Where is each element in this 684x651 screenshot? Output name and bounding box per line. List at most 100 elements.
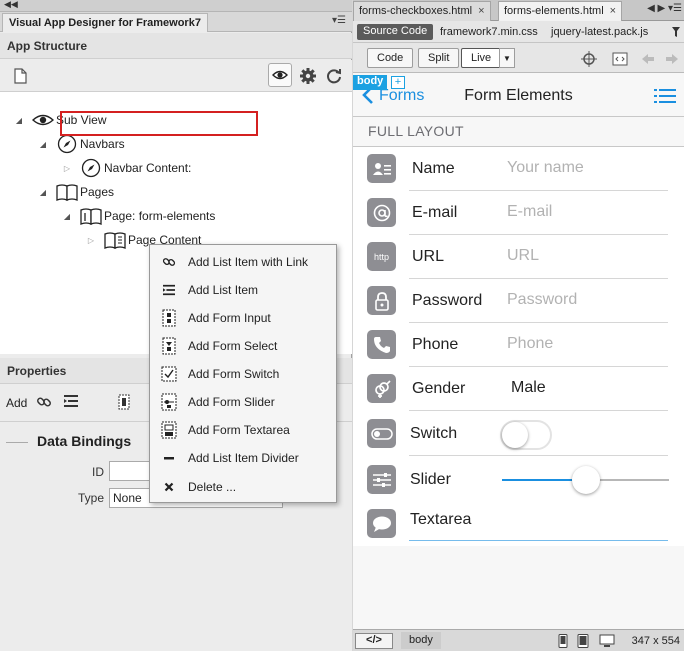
filter-icon[interactable] [671, 26, 681, 38]
menu-item-add-form-slider[interactable]: Add Form Slider [150, 388, 336, 416]
gear-icon[interactable] [299, 67, 317, 85]
link-icon[interactable] [36, 394, 52, 410]
live-view-button[interactable]: Live [461, 48, 501, 68]
block-title: FULL LAYOUT [368, 123, 464, 139]
book-icon [56, 182, 78, 202]
menu-item-add-form-select[interactable]: Add Form Select [150, 332, 336, 360]
close-icon[interactable]: × [610, 5, 616, 17]
close-icon[interactable]: × [478, 5, 484, 17]
list-item-icon[interactable] [63, 394, 79, 408]
live-dropdown-button[interactable]: ▼ [499, 48, 515, 68]
breadcrumb[interactable]: body [401, 632, 441, 649]
list-item-name[interactable]: Name Your name [353, 147, 684, 191]
menu-item-label: Add List Item [188, 283, 259, 297]
list-item-slider[interactable]: Slider [353, 456, 684, 500]
menu-item-add-form-switch[interactable]: Add Form Switch [150, 360, 336, 388]
collapsed-triangle-icon[interactable]: ▷ [86, 236, 96, 245]
tab-forms-elements[interactable]: forms-elements.html × [498, 1, 623, 21]
list-item-textarea[interactable]: Textarea [353, 500, 684, 544]
panel-menu-icon[interactable]: ▾☰ [332, 15, 346, 26]
phone-input[interactable]: Phone [507, 335, 553, 353]
menu-item-label: Add Form Switch [188, 367, 280, 381]
menu-list-icon[interactable] [654, 88, 676, 104]
http-icon-text: http [373, 251, 389, 262]
item-label: Gender [412, 380, 466, 397]
tree-item-page-form-elements[interactable]: ◢ Page: form-elements [62, 205, 215, 227]
menu-item-delete[interactable]: Delete ... [150, 473, 336, 501]
tab-scroll-arrows-icon[interactable]: ◀ ▶ ▾☰ [647, 3, 682, 14]
slider-knob[interactable] [571, 466, 600, 494]
menu-item-add-list-item-divider[interactable]: Add List Item Divider [150, 444, 336, 472]
body-element-tag[interactable]: body [353, 75, 387, 90]
view-toolbar: Code Split Live ▼ [353, 43, 684, 73]
inspect-code-icon[interactable] [612, 51, 628, 67]
speech-bubble-icon [367, 509, 396, 538]
list-item-email[interactable]: E-mail E-mail [353, 191, 684, 235]
compass-icon [80, 158, 102, 178]
add-element-button[interactable]: + [391, 76, 405, 89]
tree-item-pages[interactable]: ◢ Pages [38, 181, 114, 203]
desktop-device-icon[interactable] [599, 634, 615, 648]
phone-device-icon[interactable] [557, 634, 569, 648]
menu-item-add-form-textarea[interactable]: Add Form Textarea [150, 416, 336, 444]
code-tag-button[interactable]: </> [355, 633, 393, 649]
menu-item-label: Add Form Slider [188, 395, 275, 409]
app-structure-toolbar [0, 60, 352, 92]
form-list: Name Your name E-mail E-mail http URL UR… [353, 146, 684, 546]
gender-select[interactable]: Male [511, 379, 546, 397]
menu-item-add-list-item-with-link[interactable]: Add List Item with Link [150, 248, 336, 276]
code-view-button[interactable]: Code [367, 48, 414, 68]
phone-icon [367, 330, 396, 359]
forward-arrow-icon[interactable] [664, 51, 680, 67]
divider [6, 442, 28, 443]
url-input[interactable]: URL [507, 247, 539, 265]
menu-item-label: Add List Item Divider [188, 451, 299, 465]
collapsed-triangle-icon[interactable]: ▷ [62, 164, 72, 173]
name-input[interactable]: Your name [507, 159, 584, 177]
textarea-underline [409, 540, 668, 541]
page-icon [80, 206, 102, 226]
expand-triangle-icon[interactable]: ◢ [38, 188, 48, 197]
list-item-gender[interactable]: Gender Male [353, 367, 684, 411]
switch-toggle[interactable] [500, 420, 552, 450]
email-input[interactable]: E-mail [507, 203, 552, 221]
refresh-icon[interactable] [325, 67, 343, 85]
tablet-device-icon[interactable] [577, 634, 589, 648]
list-item-password[interactable]: Password Password [353, 279, 684, 323]
toggle-icon [367, 419, 396, 448]
split-view-button[interactable]: Split [418, 48, 460, 68]
lock-icon [367, 286, 396, 315]
slider-track[interactable] [502, 466, 669, 494]
tree-item-navbars[interactable]: ◢ Navbars [38, 133, 125, 155]
menu-item-label: Add Form Input [188, 311, 271, 325]
back-arrow-icon[interactable] [640, 51, 656, 67]
panel-tab-visual-app-designer[interactable]: Visual App Designer for Framework7 [2, 13, 208, 32]
item-label: Textarea [410, 511, 472, 528]
list-item-phone[interactable]: Phone Phone [353, 323, 684, 367]
page-content-icon [104, 230, 126, 250]
list-item-url[interactable]: http URL URL [353, 235, 684, 279]
crosshair-icon[interactable] [581, 51, 597, 67]
app-structure-header: App Structure [0, 33, 352, 59]
collapse-icon[interactable]: ◀◀ [4, 0, 18, 10]
expand-triangle-icon[interactable]: ◢ [38, 140, 48, 149]
new-page-icon[interactable] [11, 67, 29, 85]
expand-triangle-icon[interactable]: ◢ [62, 212, 72, 221]
item-label: E-mail [412, 204, 458, 221]
expand-triangle-icon[interactable]: ◢ [14, 116, 24, 125]
form-input-icon [162, 309, 176, 327]
source-code-button[interactable]: Source Code [357, 24, 434, 40]
tab-forms-checkboxes[interactable]: forms-checkboxes.html × [353, 1, 491, 21]
at-icon [367, 198, 396, 227]
form-input-icon[interactable] [118, 394, 130, 410]
password-input[interactable]: Password [507, 291, 577, 309]
panel-tabbar: Visual App Designer for Framework7 ▾☰ [0, 12, 352, 32]
compass-icon [56, 134, 78, 154]
related-file-link[interactable]: framework7.min.css [440, 26, 538, 38]
tree-item-navbar-content[interactable]: ▷ Navbar Content: [62, 157, 191, 179]
related-file-link[interactable]: jquery-latest.pack.js [551, 26, 648, 38]
menu-item-add-form-input[interactable]: Add Form Input [150, 304, 336, 332]
list-item-switch[interactable]: Switch [353, 411, 684, 456]
toggle-visibility-button[interactable] [268, 63, 292, 87]
menu-item-add-list-item[interactable]: Add List Item [150, 276, 336, 304]
